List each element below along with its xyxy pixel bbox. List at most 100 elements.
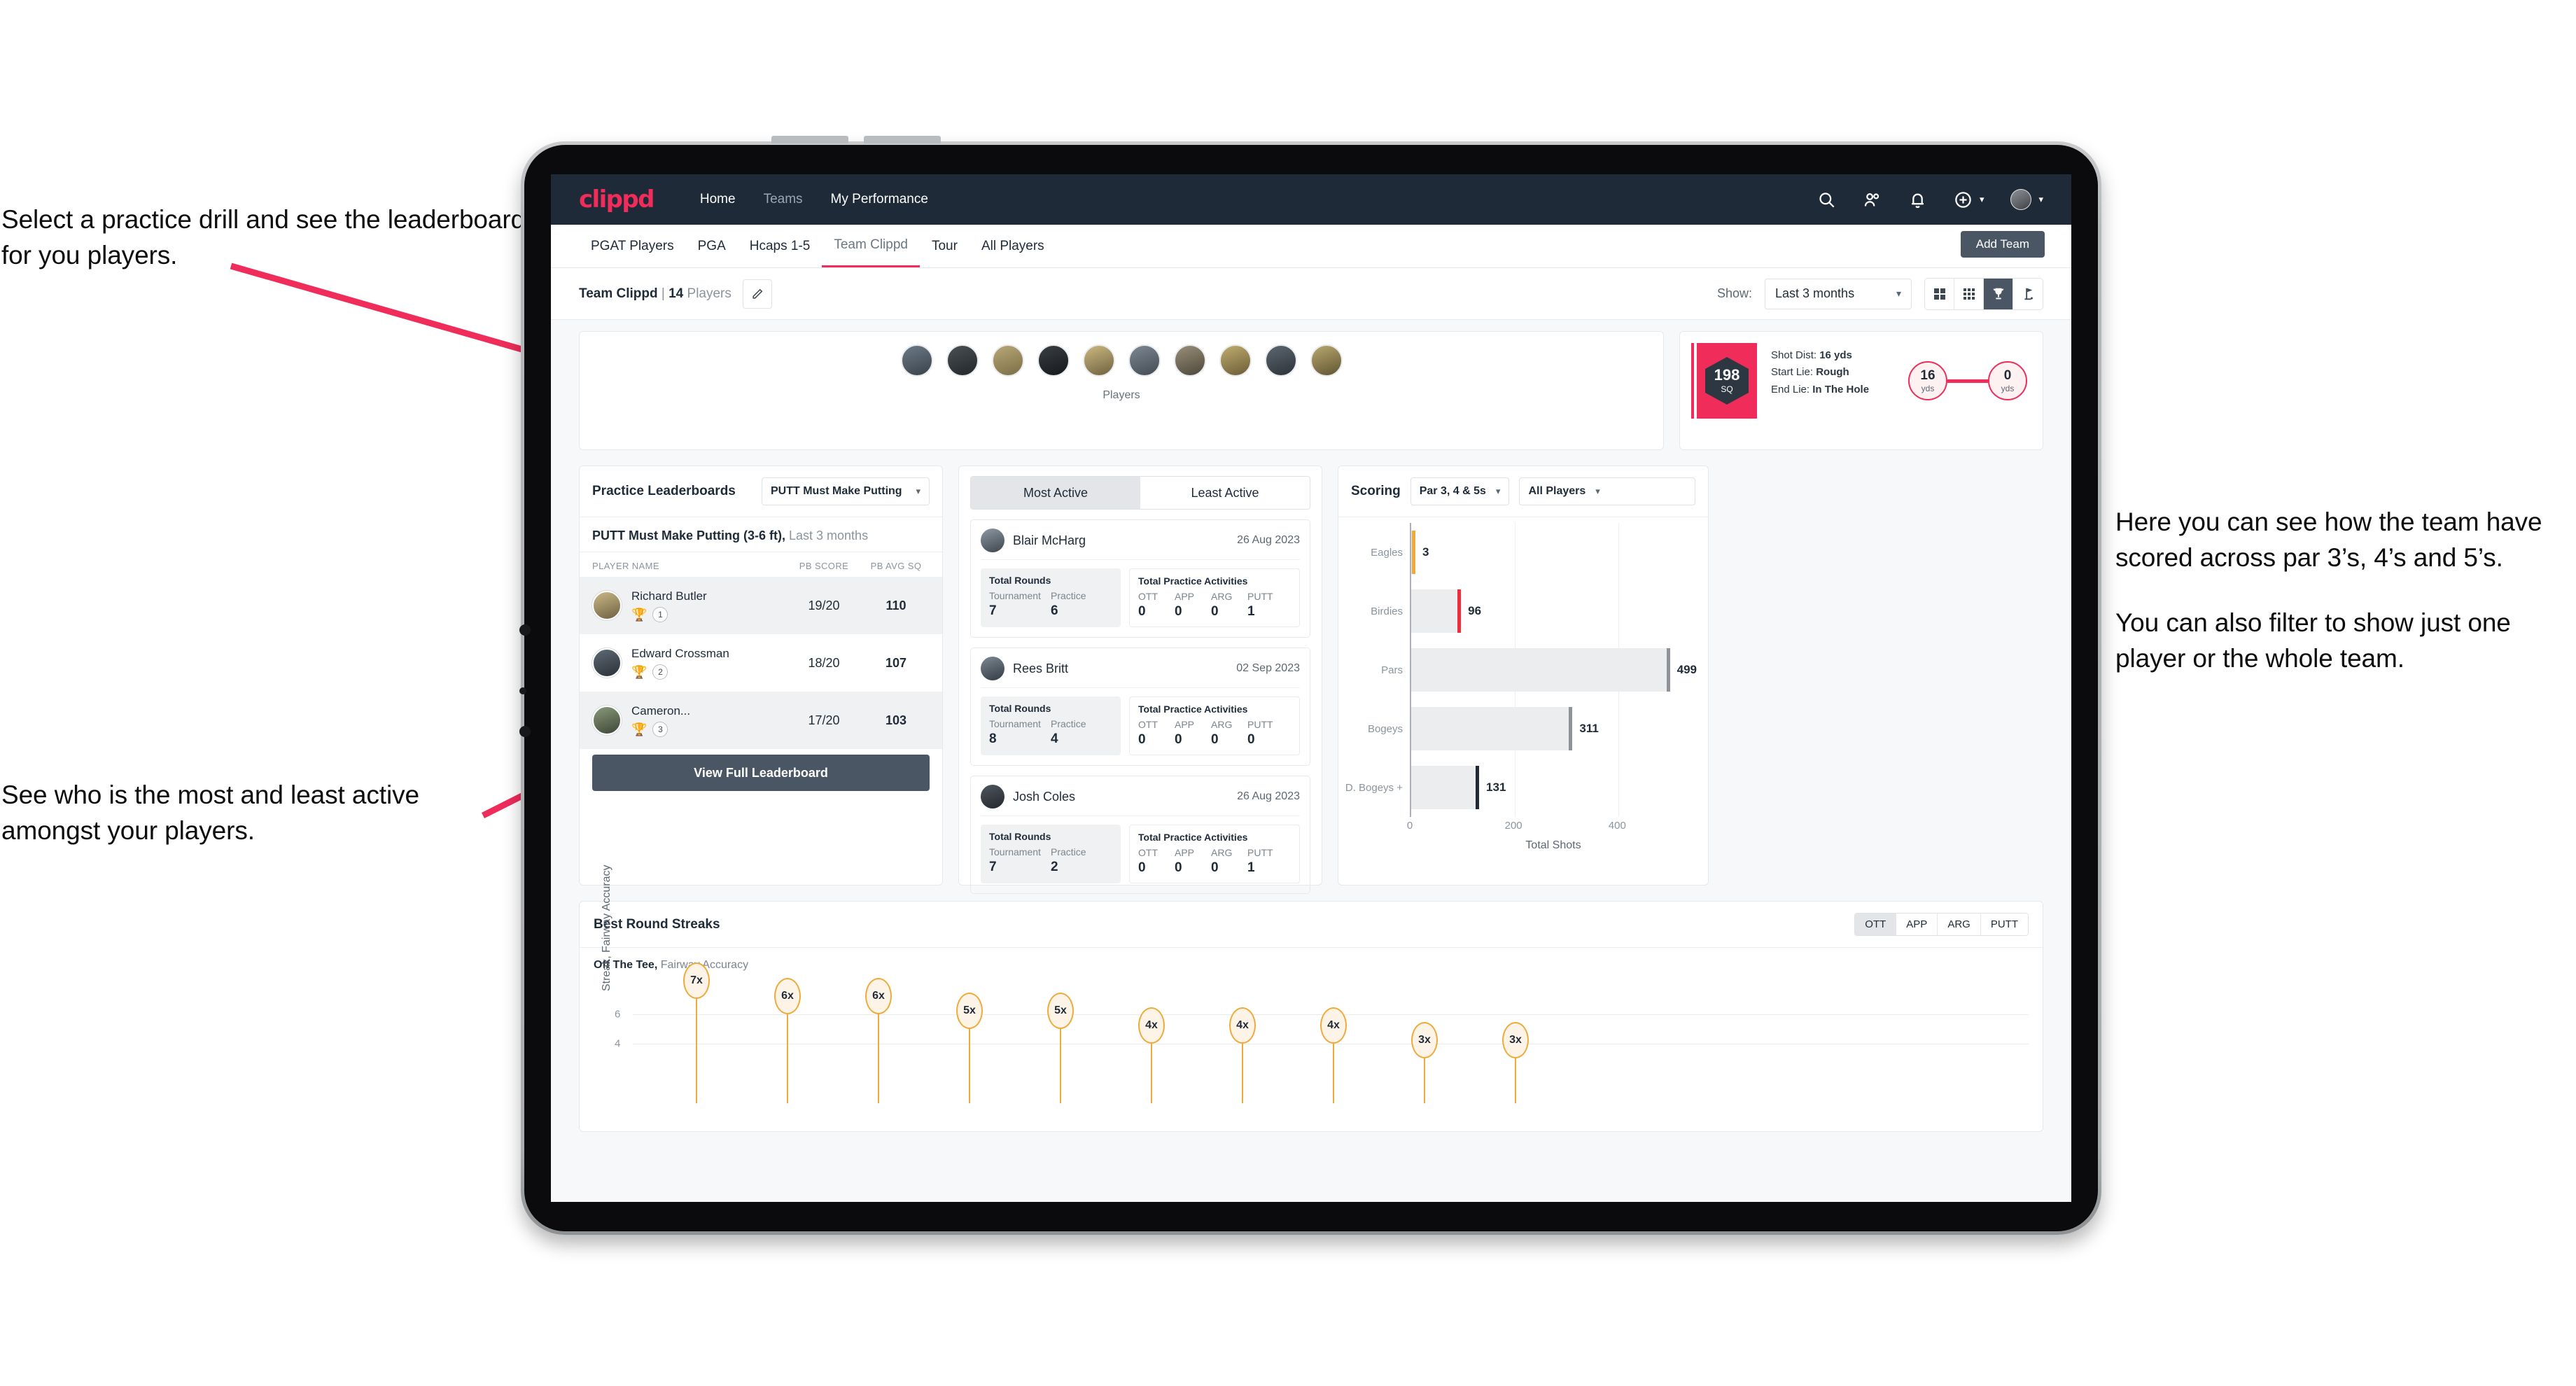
tab-all-players[interactable]: All Players: [969, 225, 1056, 267]
golf-flag-icon[interactable]: [2013, 279, 2043, 309]
pb-avg-sq-value: 110: [886, 598, 906, 612]
column-pb-score: PB SCORE: [799, 561, 849, 571]
tab-least-active[interactable]: Least Active: [1140, 477, 1310, 509]
streak-marker[interactable]: 4x: [1229, 1007, 1256, 1044]
list-item[interactable]: Josh Coles 26 Aug 2023 Total Rounds Tour…: [970, 776, 1310, 894]
streak-marker[interactable]: 3x: [1411, 1022, 1438, 1059]
player-avatar[interactable]: [1128, 344, 1161, 377]
tournament-stat: Tournament 8: [989, 718, 1051, 747]
player-avatar: [592, 591, 622, 620]
chevron-down-icon: ▾: [1979, 194, 1984, 204]
streak-marker[interactable]: 4x: [1320, 1007, 1347, 1044]
total-rounds-box: Total Rounds Tournament 7 Practice 2: [981, 825, 1121, 883]
table-row[interactable]: Edward Crossman 🏆 2 18/20 107: [580, 634, 942, 692]
nav-link-teams[interactable]: Teams: [750, 192, 817, 207]
tab-team-clippd[interactable]: Team Clippd: [822, 225, 920, 267]
scoring-header: Scoring Par 3, 4 & 5s ▾ All Players ▾: [1338, 466, 1708, 517]
nav-link-my-performance[interactable]: My Performance: [817, 192, 942, 207]
top-row: Players 198 SQ Shot Dist: 16 yds Start L…: [579, 331, 2043, 450]
activity-date: 02 Sep 2023: [1236, 662, 1300, 674]
player-avatar[interactable]: [946, 344, 979, 377]
player-avatar[interactable]: [1310, 344, 1343, 377]
streak-marker[interactable]: 3x: [1502, 1022, 1529, 1059]
chevron-down-icon: ▾: [1495, 486, 1501, 496]
tab-pgat-players[interactable]: PGAT Players: [579, 225, 686, 267]
streaks-y-axis-label: Streak, Fairway Accuracy: [601, 864, 612, 992]
ott-stat: OTT 0: [1138, 719, 1175, 748]
player-avatar[interactable]: [991, 344, 1024, 377]
scoring-plot-area: Eagles 3 Birdies 96 Pars 499 Bogeys 311 D. Bogey…: [1345, 523, 1697, 817]
bar-row: Bogeys 311: [1368, 707, 1697, 750]
avatar[interactable]: [2010, 189, 2032, 210]
people-icon[interactable]: [1863, 190, 1882, 209]
profile-menu[interactable]: ▾: [2010, 189, 2043, 210]
arg-value: 0: [1211, 732, 1219, 747]
tab-pga[interactable]: PGA: [686, 225, 738, 267]
player-name: Edward Crossman: [631, 646, 729, 660]
edit-team-button[interactable]: [742, 279, 772, 309]
arg-label: ARG: [1211, 591, 1233, 602]
end-distance-value: 0: [2003, 368, 2012, 383]
ott-value: 0: [1138, 732, 1146, 747]
drill-select[interactable]: PUTT Must Make Putting ... ▾: [762, 477, 930, 505]
table-row[interactable]: Cameron... 🏆 3 17/20 103: [580, 692, 942, 749]
tab-most-active[interactable]: Most Active: [971, 477, 1140, 509]
clippd-logo[interactable]: clippd: [579, 186, 654, 214]
toggle-arg[interactable]: ARG: [1938, 913, 1981, 935]
player-avatar[interactable]: [1173, 344, 1206, 377]
grid-small-icon[interactable]: [1954, 278, 1984, 309]
app-value: 0: [1175, 604, 1182, 619]
streak-marker[interactable]: 6x: [865, 977, 892, 1014]
table-row[interactable]: Richard Butler 🏆 1 19/20 110: [580, 577, 942, 634]
player-avatar: [981, 657, 1004, 680]
date-range-select[interactable]: Last 3 months ▾: [1765, 278, 1912, 309]
add-team-button[interactable]: Add Team: [1960, 231, 2045, 258]
volume-button-up: [771, 136, 848, 144]
trophy-icon: 🏆: [631, 722, 648, 736]
list-item[interactable]: Rees Britt 02 Sep 2023 Total Rounds Tour…: [970, 648, 1310, 766]
streak-marker[interactable]: 4x: [1138, 1007, 1165, 1044]
player-avatar[interactable]: [1037, 344, 1070, 377]
rounds-values: Tournament 7 Practice 6: [989, 590, 1112, 619]
rank-badge: 1: [652, 606, 668, 622]
player-avatar: [592, 648, 622, 678]
practice-label: Practice: [1051, 718, 1086, 729]
toggle-ott[interactable]: OTT: [1855, 913, 1897, 935]
player-avatar[interactable]: [1082, 344, 1115, 377]
tab-tour[interactable]: Tour: [920, 225, 969, 267]
search-icon[interactable]: [1817, 190, 1836, 209]
arg-stat: ARG 0: [1211, 719, 1247, 748]
practice-value: 4: [1051, 732, 1058, 746]
app-stat: APP 0: [1175, 719, 1211, 748]
streak-marker[interactable]: 5x: [956, 992, 983, 1029]
dashboard-content: Players 198 SQ Shot Dist: 16 yds Start L…: [551, 320, 2071, 1132]
toggle-putt[interactable]: PUTT: [1980, 913, 2028, 935]
streak-marker[interactable]: 7x: [683, 962, 710, 1000]
streak-marker[interactable]: 5x: [1047, 992, 1074, 1029]
nav-link-home[interactable]: Home: [686, 192, 750, 207]
bell-icon[interactable]: [1908, 190, 1927, 209]
player-rank-row: 🏆 1: [631, 606, 785, 622]
players-select[interactable]: All Players ▾: [1519, 477, 1695, 505]
grid-large-icon[interactable]: [1925, 278, 1954, 309]
streak-marker[interactable]: 6x: [774, 977, 801, 1014]
activity-date: 26 Aug 2023: [1237, 534, 1300, 546]
plus-circle-icon[interactable]: [1954, 190, 1973, 209]
player-avatar[interactable]: [1264, 344, 1297, 377]
add-menu[interactable]: ▾: [1954, 190, 1984, 209]
list-item[interactable]: Blair McHarg 26 Aug 2023 Total Rounds To…: [970, 519, 1310, 638]
player-avatar[interactable]: [900, 344, 933, 377]
view-full-leaderboard-button[interactable]: View Full Leaderboard: [592, 755, 930, 791]
pb-score-value: 19/20: [808, 598, 840, 612]
streak-stem: [969, 1028, 970, 1103]
leaderboard-column-headers: PLAYER NAME PB SCORE PB AVG SQ: [580, 552, 942, 577]
par-select[interactable]: Par 3, 4 & 5s ▾: [1410, 477, 1510, 505]
player-avatar[interactable]: [1219, 344, 1252, 377]
bar: 3: [1411, 531, 1429, 574]
toggle-app[interactable]: APP: [1896, 913, 1938, 935]
shot-distance-diagram: 16 yds 0 yds: [1908, 343, 2031, 419]
tab-hcaps-1-5[interactable]: Hcaps 1-5: [738, 225, 822, 267]
trophy-icon[interactable]: [1984, 278, 2013, 309]
player-avatar: [592, 706, 622, 735]
annotation-practice-drill: Select a practice drill and see the lead…: [1, 202, 540, 273]
